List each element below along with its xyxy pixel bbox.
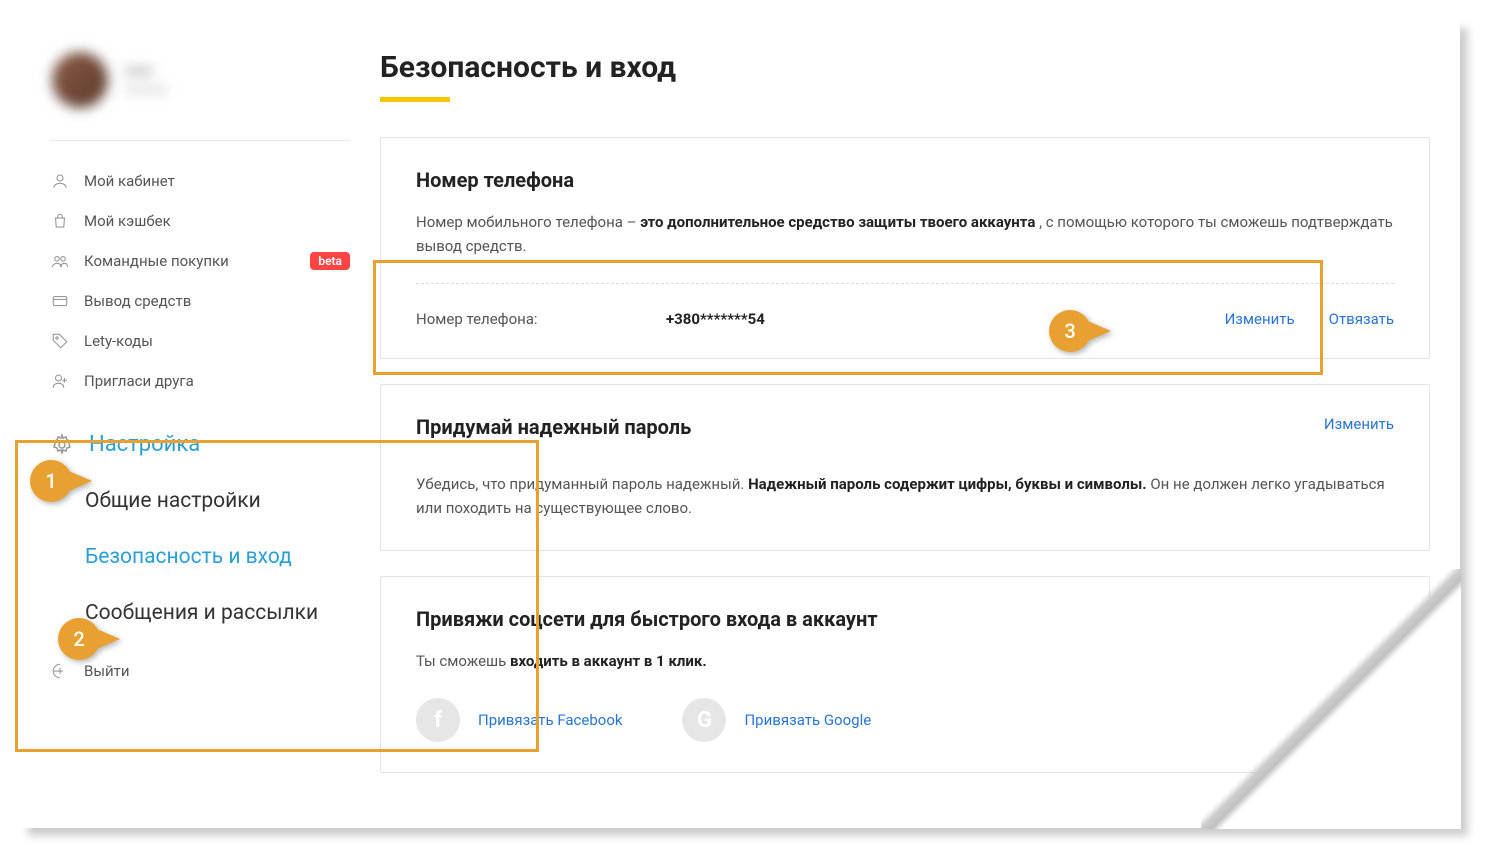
wallet-icon <box>50 291 70 311</box>
social-label: Привязать Facebook <box>478 711 622 729</box>
text-bold: Надежный пароль содержит цифры, буквы и … <box>748 475 1147 493</box>
link-google-button[interactable]: G Привязать Google <box>682 698 871 742</box>
sidebar-item-label: Lety-коды <box>84 332 350 350</box>
phone-row: Номер телефона: +380*******54 Изменить О… <box>416 283 1394 328</box>
profile-name: xxxx xxxxxxx <box>125 62 167 98</box>
group-icon <box>50 251 70 271</box>
sidebar-item-label: Мой кэшбек <box>84 212 350 230</box>
title-underline <box>380 97 450 102</box>
invite-icon <box>50 371 70 391</box>
section-heading: Придумай надежный пароль <box>416 415 691 439</box>
section-heading: Номер телефона <box>416 168 1394 192</box>
sidebar-item-label: Вывод средств <box>84 292 350 310</box>
sidebar-item-invite[interactable]: Пригласи друга <box>50 361 350 401</box>
sidebar-item-label: Командные покупки <box>84 252 296 270</box>
social-description: Ты сможешь входить в аккаунт в 1 клик. <box>416 649 1394 673</box>
sidebar-item-withdraw[interactable]: Вывод средств <box>50 281 350 321</box>
person-icon <box>50 171 70 191</box>
marker-tail <box>1083 319 1111 343</box>
sidebar-item-team[interactable]: Командные покупки beta <box>50 241 350 281</box>
sidebar-item-settings[interactable]: Настройка <box>50 416 350 473</box>
text: Ты сможешь <box>416 652 510 670</box>
sub-label: Безопасность и вход <box>85 545 292 569</box>
sidebar-item-general-settings[interactable]: Общие настройки <box>50 473 350 529</box>
password-section: Придумай надежный пароль Изменить Убедис… <box>380 384 1430 551</box>
annotation-marker-1: 1 <box>30 460 92 502</box>
text: Убедись, что придуманный пароль надежный… <box>416 475 748 493</box>
main-content: Безопасность и вход Номер телефона Номер… <box>370 50 1430 798</box>
text-bold: входить в аккаунт в 1 клик. <box>510 652 707 670</box>
settings-heading-label: Настройка <box>89 432 200 457</box>
profile-area: xxxx xxxxxxx <box>50 50 350 110</box>
password-change-link[interactable]: Изменить <box>1324 415 1394 433</box>
marker-tail <box>92 627 120 651</box>
sidebar-item-security[interactable]: Безопасность и вход <box>50 529 350 585</box>
sidebar-item-lety[interactable]: Lety-коды <box>50 321 350 361</box>
avatar <box>50 50 110 110</box>
link-facebook-button[interactable]: f Привязать Facebook <box>416 698 622 742</box>
sidebar-item-label: Мой кабинет <box>84 172 350 190</box>
page-title: Безопасность и вход <box>380 50 1430 85</box>
bag-icon <box>50 211 70 231</box>
section-heading: Привяжи соцсети для быстрого входа в акк… <box>416 607 1394 631</box>
password-description: Убедись, что придуманный пароль надежный… <box>416 472 1394 520</box>
sidebar-item-cabinet[interactable]: Мой кабинет <box>50 161 350 201</box>
logout-icon <box>50 661 70 681</box>
sidebar: xxxx xxxxxxx Мой кабинет Мой кэшбек Кома… <box>50 50 370 798</box>
phone-value: +380*******54 <box>666 310 1195 328</box>
sub-label: Общие настройки <box>85 489 261 513</box>
phone-label: Номер телефона: <box>416 310 666 328</box>
beta-badge: beta <box>310 252 350 270</box>
annotation-marker-2: 2 <box>58 618 120 660</box>
marker-tail <box>64 469 92 493</box>
google-icon: G <box>682 698 726 742</box>
social-label: Привязать Google <box>744 711 871 729</box>
sidebar-item-label: Пригласи друга <box>84 372 350 390</box>
gear-icon <box>50 433 74 457</box>
settings-nav: Настройка Общие настройки Безопасность и… <box>50 416 350 641</box>
divider <box>50 140 350 141</box>
sidebar-item-label: Выйти <box>84 662 350 680</box>
social-section: Привяжи соцсети для быстрого входа в акк… <box>380 576 1430 773</box>
facebook-icon: f <box>416 698 460 742</box>
phone-unlink-link[interactable]: Отвязать <box>1329 310 1394 328</box>
text: Номер мобильного телефона – <box>416 213 640 231</box>
text-bold: это дополнительное средство защиты твоег… <box>640 213 1035 231</box>
annotation-marker-3: 3 <box>1049 310 1111 352</box>
tag-icon <box>50 331 70 351</box>
phone-description: Номер мобильного телефона – это дополнит… <box>416 210 1394 258</box>
phone-section: Номер телефона Номер мобильного телефона… <box>380 137 1430 359</box>
sidebar-item-cashback[interactable]: Мой кэшбек <box>50 201 350 241</box>
phone-change-link[interactable]: Изменить <box>1225 310 1295 328</box>
